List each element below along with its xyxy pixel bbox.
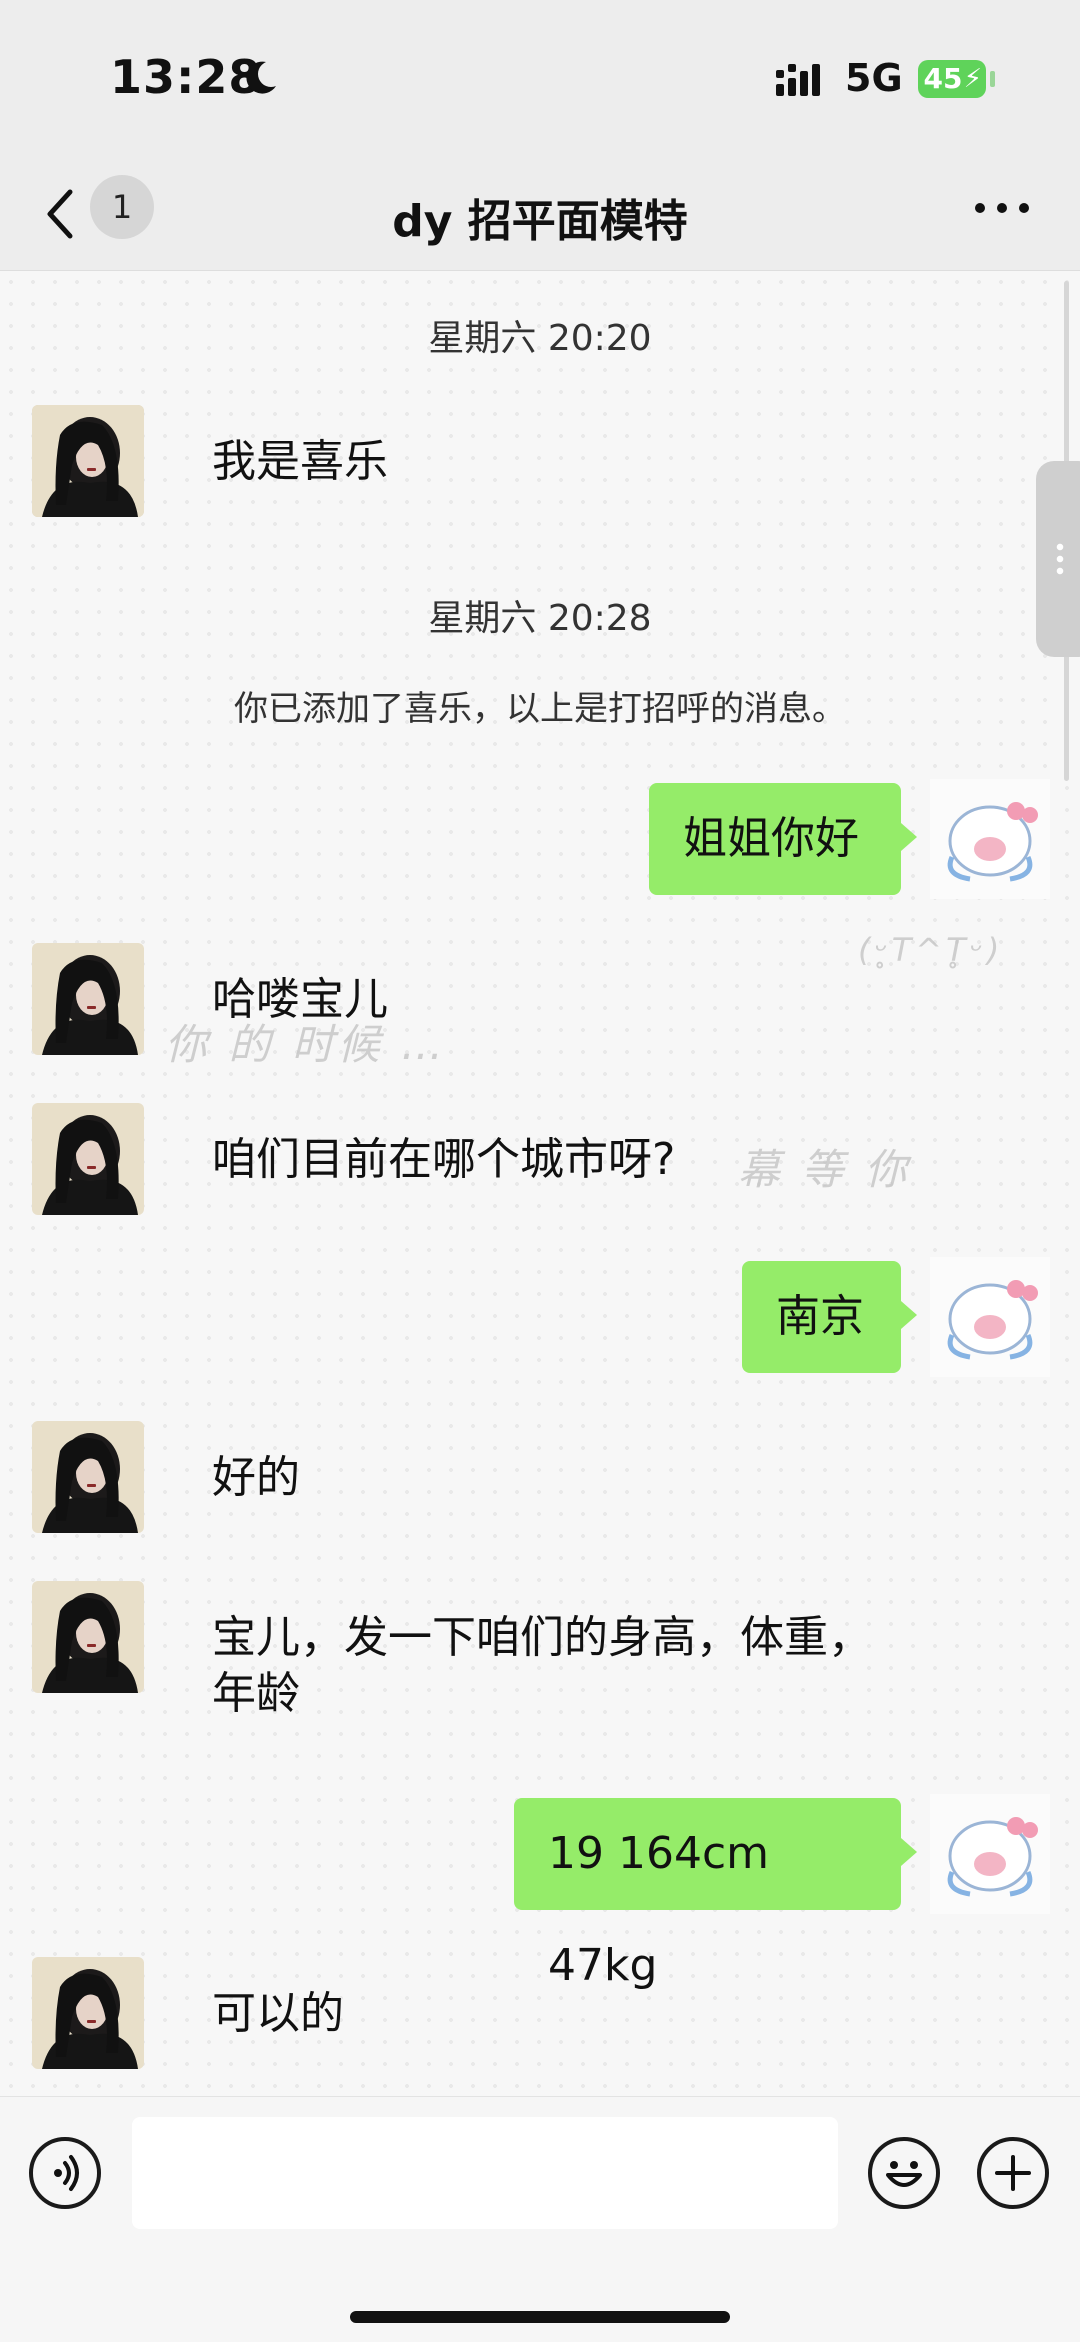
contact-avatar[interactable] <box>32 943 144 1055</box>
message-line: 宝儿，发一下咱们的身高，体重， <box>212 1612 872 1663</box>
battery-level: 45 <box>923 62 963 95</box>
outgoing-message[interactable]: 南京 <box>742 1261 917 1373</box>
chat-title: dy 招平面模特 <box>392 196 688 247</box>
emoji-icon <box>886 2161 922 2187</box>
battery-icon: 45 ⚡ <box>918 60 986 98</box>
battery-cap <box>990 71 995 87</box>
my-avatar[interactable] <box>930 1794 1050 1914</box>
contact-avatar[interactable] <box>32 405 144 517</box>
charging-bolt-icon: ⚡ <box>963 64 982 94</box>
more-icon[interactable] <box>972 200 1032 216</box>
incoming-message[interactable]: 宝儿，发一下咱们的身高，体重， 年龄 <box>212 1610 872 1722</box>
plus-icon <box>995 2155 1031 2191</box>
contact-avatar[interactable] <box>32 1103 144 1215</box>
timestamp: 星期六 20:28 <box>428 598 652 639</box>
contact-avatar[interactable] <box>32 1421 144 1533</box>
contact-avatar[interactable] <box>32 1957 144 2069</box>
my-avatar[interactable] <box>930 1257 1050 1377</box>
status-bar: 13:28 5G 45 ⚡ <box>0 0 1080 160</box>
message-line: 年龄 <box>212 1668 300 1719</box>
home-indicator[interactable] <box>350 2311 730 2323</box>
incoming-message[interactable]: 哈喽宝儿 <box>212 972 388 1028</box>
system-message: 你已添加了喜乐，以上是打招呼的消息。 <box>234 689 846 729</box>
incoming-message[interactable]: 可以的 <box>212 1986 344 2042</box>
timestamp: 星期六 20:20 <box>428 318 652 359</box>
voice-button[interactable] <box>29 2137 101 2209</box>
outgoing-message[interactable]: 姐姐你好 <box>649 783 917 895</box>
voice-icon <box>54 2155 79 2191</box>
outgoing-message[interactable]: 19 164cm 47kg <box>514 1798 917 1991</box>
more-actions-button[interactable] <box>977 2137 1049 2209</box>
moon-icon <box>246 61 276 94</box>
signal-icon <box>776 64 820 96</box>
contact-avatar[interactable] <box>32 1581 144 1693</box>
emoji-button[interactable] <box>868 2137 940 2209</box>
network-type: 5G <box>845 56 903 100</box>
incoming-message[interactable]: 好的 <box>212 1450 300 1506</box>
status-time: 13:28 <box>110 50 262 104</box>
input-bar <box>0 2096 1080 2342</box>
background-decoration: (ᵕ̥T^T̥ᵕ) <box>858 931 1004 969</box>
my-avatar[interactable] <box>930 779 1050 899</box>
background-decoration: 幕 等 你 <box>738 1145 911 1194</box>
message-input[interactable] <box>132 2117 838 2229</box>
incoming-message[interactable]: 咱们目前在哪个城市呀? <box>212 1132 675 1188</box>
message-list[interactable]: (ᵕ̥T^T̥ᵕ) 你 的 时候 … 幕 等 你 星期六 20:20 我是喜乐 … <box>0 271 1080 2096</box>
incoming-message[interactable]: 我是喜乐 <box>212 434 388 490</box>
